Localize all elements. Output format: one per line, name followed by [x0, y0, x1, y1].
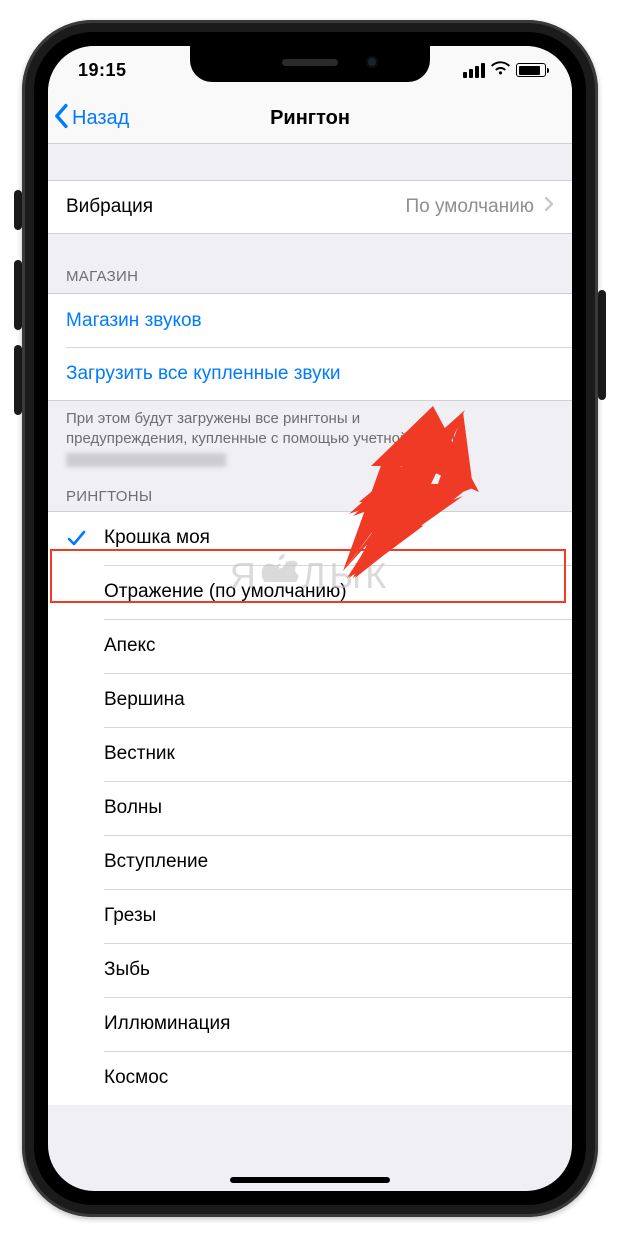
screen: 19:15 Назад Рингтон — [48, 46, 572, 1191]
sound-store-row[interactable]: Магазин звуков — [48, 293, 572, 347]
battery-icon — [516, 63, 546, 77]
ringtone-list: Крошка моя Отражение (по умолчанию) Апекс В… — [48, 511, 572, 1105]
phone-frame: 19:15 Назад Рингтон — [22, 20, 598, 1217]
notch — [190, 46, 430, 82]
ringtone-label: Грезы — [104, 905, 156, 927]
store-footer-line2: предупреждения, купленные с помощью учет… — [66, 430, 460, 447]
phone-silence-switch — [14, 190, 22, 230]
back-label: Назад — [72, 107, 129, 130]
wifi-icon — [491, 61, 510, 80]
ringtone-row[interactable]: Вступление — [48, 835, 572, 889]
ringtone-label: Вестник — [104, 743, 175, 765]
chevron-right-icon — [544, 196, 554, 218]
sound-store-label: Магазин звуков — [66, 310, 202, 332]
ringtone-row[interactable]: Отражение (по умолчанию) — [48, 565, 572, 619]
ringtone-row[interactable]: Вершина — [48, 673, 572, 727]
page-title: Рингтон — [270, 107, 350, 130]
cellular-signal-icon — [463, 63, 485, 78]
store-footer-line1: При этом будут загружены все рингтоны и — [66, 410, 360, 427]
settings-content: Вибрация По умолчанию МАГАЗИН Магазин зв… — [48, 144, 572, 1105]
vibration-value: По умолчанию — [406, 196, 535, 218]
ringtone-row[interactable]: Крошка моя — [48, 511, 572, 565]
vibration-row[interactable]: Вибрация По умолчанию — [48, 180, 572, 234]
ringtone-label: Иллюминация — [104, 1013, 230, 1035]
checkmark-icon — [66, 528, 86, 548]
ringtone-row[interactable]: Апекс — [48, 619, 572, 673]
ringtone-row[interactable]: Грезы — [48, 889, 572, 943]
section-header-store: МАГАЗИН — [48, 234, 572, 293]
back-button[interactable]: Назад — [54, 94, 129, 143]
ringtone-label: Отражение (по умолчанию) — [104, 581, 347, 603]
nav-bar: Назад Рингтон — [48, 94, 572, 144]
section-header-ringtones: РИНГТОНЫ — [48, 470, 572, 511]
ringtone-label: Вступление — [104, 851, 208, 873]
ringtone-row[interactable]: Зыбь — [48, 943, 572, 997]
phone-volume-up-button — [14, 260, 22, 330]
ringtone-label: Волны — [104, 797, 162, 819]
download-all-label: Загрузить все купленные звуки — [66, 363, 341, 385]
ringtone-label: Апекс — [104, 635, 156, 657]
ringtone-label: Вершина — [104, 689, 185, 711]
chevron-left-icon — [54, 103, 72, 135]
ringtone-row[interactable]: Иллюминация — [48, 997, 572, 1051]
ringtone-row[interactable]: Космос — [48, 1051, 572, 1105]
download-all-row[interactable]: Загрузить все купленные звуки — [48, 347, 572, 401]
ringtone-row[interactable]: Вестник — [48, 727, 572, 781]
phone-volume-down-button — [14, 345, 22, 415]
ringtone-label: Зыбь — [104, 959, 150, 981]
store-footer: При этом будут загружены все рингтоны и … — [48, 401, 572, 470]
status-time: 19:15 — [78, 60, 127, 81]
ringtone-row[interactable]: Волны — [48, 781, 572, 835]
home-indicator — [230, 1177, 390, 1183]
store-footer-account-redacted — [66, 453, 226, 467]
ringtone-label: Крошка моя — [104, 527, 210, 549]
phone-power-button — [598, 290, 606, 400]
ringtone-label: Космос — [104, 1067, 168, 1089]
vibration-label: Вибрация — [66, 196, 153, 218]
